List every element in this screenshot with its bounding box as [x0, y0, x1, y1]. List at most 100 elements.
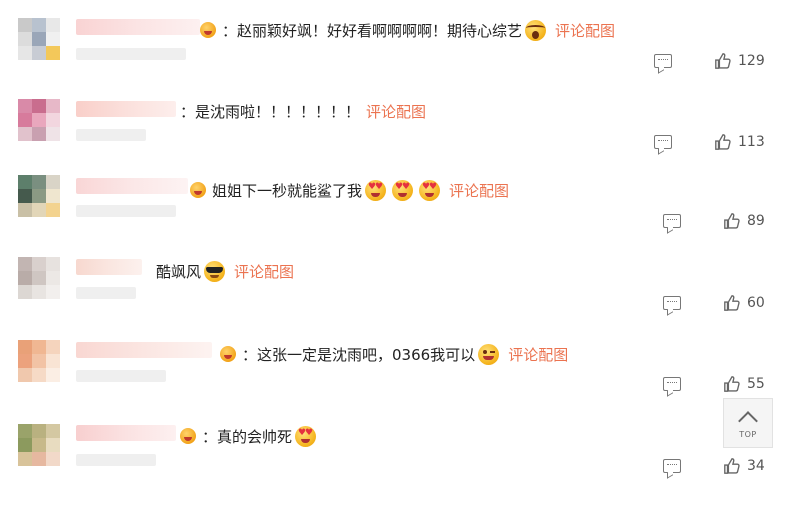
avatar-tile — [18, 18, 32, 32]
comment-actions: 55 — [663, 375, 765, 393]
avatar-tile — [18, 424, 32, 438]
back-to-top-button[interactable]: TOP — [723, 398, 773, 448]
thumbs-up-icon[interactable] — [714, 52, 732, 70]
comment-image-link[interactable]: 评论配图 — [449, 180, 509, 201]
avatar-tile — [46, 438, 60, 452]
comment-icon[interactable] — [663, 377, 681, 391]
avatar-tile — [46, 99, 60, 113]
comment-image-link[interactable]: 评论配图 — [508, 344, 568, 365]
avatar[interactable] — [18, 18, 60, 60]
like-count: 129 — [738, 53, 765, 69]
comment-item: ：这张一定是沈雨吧，0366我可以 评论配图 55 — [0, 340, 800, 421]
comment-icon[interactable] — [654, 135, 672, 149]
avatar-tile — [46, 354, 60, 368]
avatar-tile — [46, 340, 60, 354]
avatar[interactable] — [18, 340, 60, 382]
avatar-tile — [46, 189, 60, 203]
comment-actions: 89 — [663, 212, 765, 230]
avatar-tile — [32, 271, 46, 285]
avatar-tile — [18, 175, 32, 189]
avatar-tile — [32, 285, 46, 299]
avatar-tile — [46, 271, 60, 285]
heart-eyes-emoji-icon — [419, 179, 441, 201]
avatar-tile — [46, 175, 60, 189]
thumbs-up-icon[interactable] — [723, 457, 741, 475]
avatar-tile — [46, 113, 60, 127]
avatar-tile — [32, 99, 46, 113]
avatar-tile — [46, 127, 60, 141]
avatar-tile — [32, 203, 46, 217]
avatar-tile — [32, 257, 46, 271]
comment-image-link[interactable]: 评论配图 — [366, 101, 426, 122]
thumbs-up-icon[interactable] — [723, 212, 741, 230]
avatar-tile — [32, 438, 46, 452]
heart-eyes-emoji-icon — [392, 179, 414, 201]
timestamp-blurred — [76, 370, 166, 382]
comment-text: 酷飒风 — [156, 262, 202, 281]
timestamp-blurred — [76, 129, 146, 141]
avatar-tile — [46, 46, 60, 60]
avatar-tile — [18, 257, 32, 271]
timestamp-blurred — [76, 48, 186, 60]
like-count: 60 — [747, 295, 765, 311]
comment-icon[interactable] — [663, 214, 681, 228]
comment-line: ：是沈雨啦！！！！！！！ 评论配图 — [180, 99, 426, 123]
comment-item: ：是沈雨啦！！！！！！！ 评论配图 113 — [0, 99, 800, 180]
username-blurred[interactable] — [76, 259, 142, 275]
comment-icon[interactable] — [663, 296, 681, 310]
like-count: 113 — [738, 134, 765, 150]
comment-line: ：真的会帅死 — [180, 424, 319, 448]
avatar[interactable] — [18, 175, 60, 217]
like-count: 34 — [747, 458, 765, 474]
comment-icon[interactable] — [663, 459, 681, 473]
comment-text: ：真的会帅死 — [202, 427, 293, 446]
avatar-tile — [32, 340, 46, 354]
avatar-tile — [46, 368, 60, 382]
avatar-tile — [32, 175, 46, 189]
wink-emoji-icon — [478, 343, 500, 365]
comment-text: ：赵丽颖好飒！好好看啊啊啊啊！期待心综艺 — [222, 21, 523, 40]
avatar[interactable] — [18, 99, 60, 141]
like-count: 55 — [747, 376, 765, 392]
avatar[interactable] — [18, 424, 60, 466]
comment-item: ：赵丽颖好飒！好好看啊啊啊啊！期待心综艺 评论配图 129 — [0, 18, 800, 99]
heart-eyes-icon — [190, 182, 206, 198]
comment-line: 酷飒风 评论配图 — [156, 259, 294, 283]
shocked-emoji-icon — [525, 19, 547, 41]
like-count: 89 — [747, 213, 765, 229]
avatar-tile — [32, 452, 46, 466]
avatar-tile — [18, 46, 32, 60]
avatar-tile — [18, 189, 32, 203]
avatar-tile — [32, 18, 46, 32]
thumbs-up-icon[interactable] — [723, 294, 741, 312]
avatar-tile — [46, 424, 60, 438]
avatar[interactable] — [18, 257, 60, 299]
comment-actions: 129 — [654, 52, 765, 70]
avatar-tile — [32, 354, 46, 368]
avatar-tile — [18, 203, 32, 217]
comment-item: 酷飒风 评论配图 60 — [0, 257, 800, 338]
avatar-tile — [18, 438, 32, 452]
comment-icon[interactable] — [654, 54, 672, 68]
username-blurred[interactable] — [76, 19, 200, 35]
comment-line: ：赵丽颖好飒！好好看啊啊啊啊！期待心综艺 评论配图 — [200, 18, 615, 42]
avatar-tile — [32, 46, 46, 60]
avatar-tile — [18, 285, 32, 299]
avatar-tile — [18, 32, 32, 46]
comment-actions: 34 — [663, 457, 765, 475]
comment-item: 姐姐下一秒就能鲨了我 评论配图 89 — [0, 175, 800, 256]
avatar-tile — [18, 354, 32, 368]
heart-eyes-emoji-icon — [365, 179, 387, 201]
comment-line: ：这张一定是沈雨吧，0366我可以 评论配图 — [220, 342, 568, 366]
username-blurred[interactable] — [76, 101, 176, 117]
avatar-tile — [32, 424, 46, 438]
comment-image-link[interactable]: 评论配图 — [234, 261, 294, 282]
thumbs-up-icon[interactable] — [714, 133, 732, 151]
username-blurred[interactable] — [76, 425, 176, 441]
avatar-tile — [18, 127, 32, 141]
comment-image-link[interactable]: 评论配图 — [555, 20, 615, 41]
thumbs-up-icon[interactable] — [723, 375, 741, 393]
username-blurred[interactable] — [76, 178, 188, 194]
avatar-tile — [32, 189, 46, 203]
username-blurred[interactable] — [76, 342, 212, 358]
